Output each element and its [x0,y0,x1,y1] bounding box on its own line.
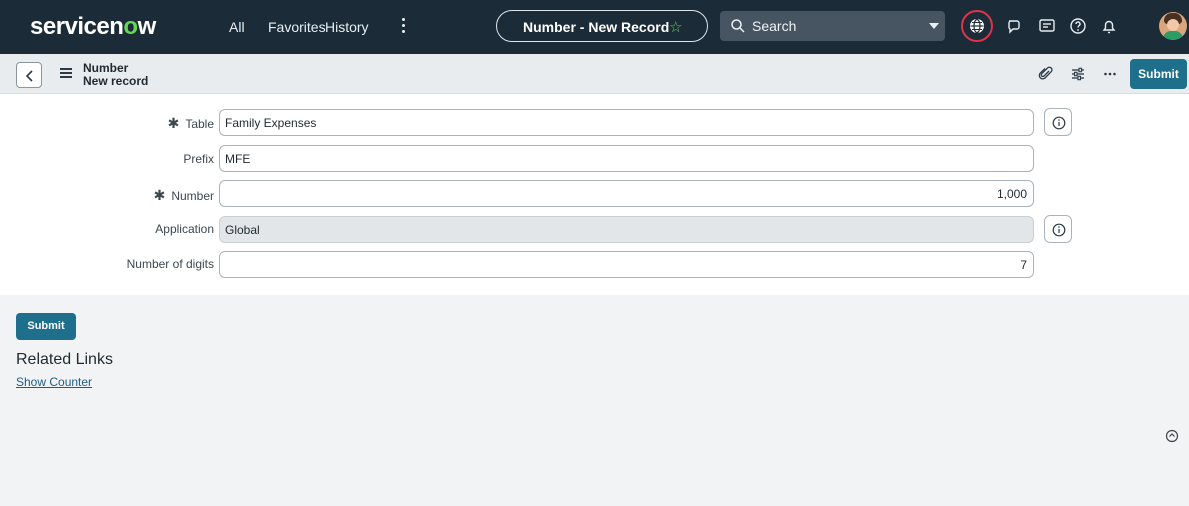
prefix-field[interactable]: MFE [219,145,1034,172]
user-avatar[interactable] [1159,12,1187,40]
application-field: Global [219,216,1034,243]
globe-scope-button[interactable] [961,10,993,42]
record-form: ✱ Table Family Expenses Prefix MFE ✱ Numbe… [0,95,1189,295]
search-icon [731,19,745,33]
table-field[interactable]: Family Expenses [219,109,1034,136]
submit-button[interactable]: Submit [16,313,76,340]
table-value: Family Expenses [225,116,317,130]
prefix-value: MFE [225,152,251,166]
help-icon[interactable] [1069,17,1087,35]
favorite-star-icon[interactable]: ☆ [669,18,682,36]
related-links-heading: Related Links [16,351,113,368]
number-of-digits-field[interactable]: 7 [219,251,1034,278]
number-value: 1,000 [996,187,1027,201]
nav-all-menu[interactable]: All [229,19,245,35]
chat-icon[interactable] [1006,17,1024,35]
table-info-button[interactable] [1044,108,1072,136]
prefix-label: Prefix [183,152,214,166]
workspace-icon[interactable] [1038,17,1056,35]
submit-button-header[interactable]: Submit [1130,59,1187,89]
info-icon [1052,116,1066,130]
context-menu-icon[interactable] [60,68,72,78]
number-of-digits-value: 7 [1020,258,1027,272]
form-footer: Submit Related Links Show Counter [0,295,1189,506]
scroll-to-top-icon[interactable] [1165,429,1179,443]
info-icon [1052,223,1066,237]
back-button[interactable] [16,62,42,88]
attachment-icon[interactable] [1038,66,1054,82]
nav-favorites-menu[interactable]: Favorites [268,19,326,35]
servicenow-logo[interactable]: servicenow [30,13,156,41]
number-field[interactable]: 1,000 [219,180,1034,207]
search-scope-caret-icon[interactable] [929,23,939,29]
more-menu-icon[interactable] [402,18,406,34]
settings-sliders-icon[interactable] [1070,66,1086,82]
application-label: Application [155,222,214,236]
global-search[interactable]: Search [720,11,945,41]
record-subtitle: New record [83,74,149,88]
nav-history-menu[interactable]: History [325,19,369,35]
application-info-button[interactable] [1044,215,1072,243]
context-pill[interactable]: Number - New Record ☆ [496,10,708,42]
table-label: ✱ Table [167,115,214,131]
record-header: Number New record Submit [0,54,1189,94]
chevron-left-icon [25,70,33,82]
record-title: Number [83,61,129,75]
search-label: Search [752,18,797,34]
required-asterisk-icon: ✱ [167,115,180,131]
globe-icon [970,18,984,34]
context-pill-title: Number - New Record [523,19,670,35]
top-navigation-bar: servicenow All Favorites History Number … [0,0,1189,54]
number-of-digits-label: Number of digits [126,257,214,271]
bell-icon[interactable] [1100,17,1118,35]
more-icon[interactable] [1102,66,1118,82]
required-asterisk-icon: ✱ [153,187,166,203]
show-counter-link[interactable]: Show Counter [16,375,92,389]
application-value: Global [225,223,260,237]
number-label: ✱ Number [153,187,214,203]
